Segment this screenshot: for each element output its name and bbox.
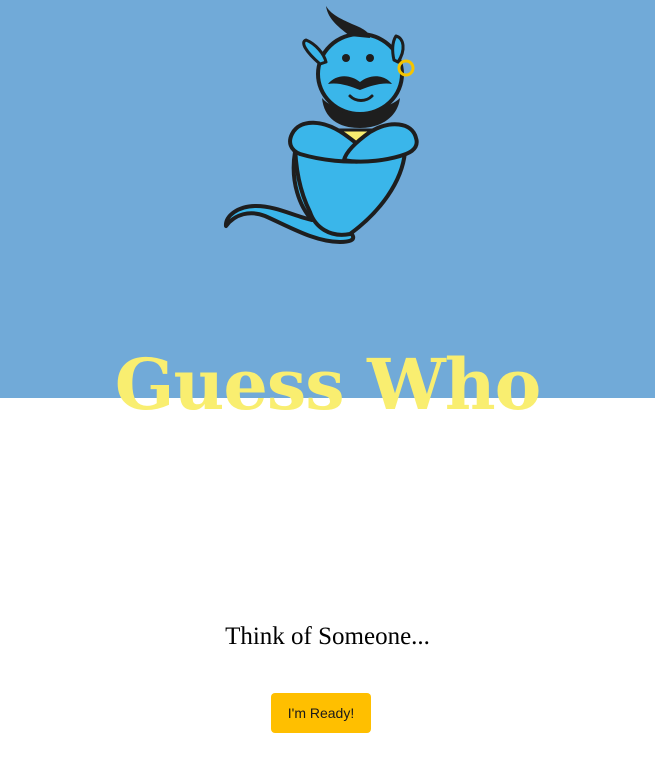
hero-banner [0,0,655,398]
ready-button[interactable]: I'm Ready! [271,693,371,733]
prompt-text: Think of Someone... [225,623,430,650]
page-title: Guess Who [114,343,542,426]
genie-icon [224,6,419,244]
page: Guess Who Think of Someone... I'm Ready! [0,0,655,783]
